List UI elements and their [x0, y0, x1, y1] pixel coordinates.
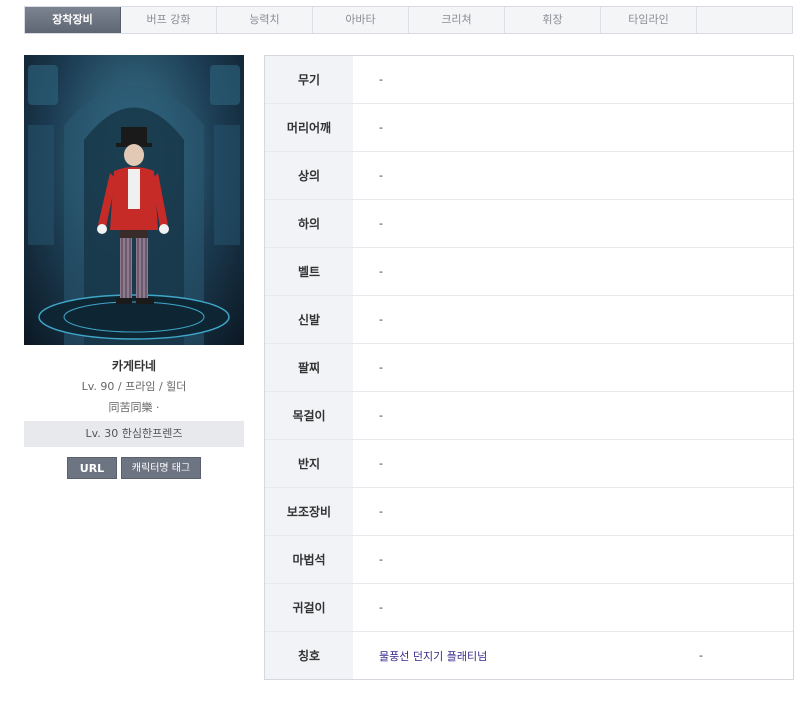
slot-label: 하의	[265, 200, 353, 247]
slot-value: -	[379, 601, 383, 614]
slot-label: 팔찌	[265, 344, 353, 391]
equipment-row: 하의 -	[265, 200, 793, 248]
equipment-row: 머리어깨 -	[265, 104, 793, 152]
slot-value: -	[379, 313, 383, 326]
slot-label: 무기	[265, 56, 353, 103]
character-portrait	[24, 55, 244, 345]
tab-creature[interactable]: 크리쳐	[409, 7, 505, 33]
tab-equipment[interactable]: 장착장비	[25, 7, 121, 33]
tab-avatar[interactable]: 아바타	[313, 7, 409, 33]
equipment-row: 무기 -	[265, 56, 793, 104]
equipment-row: 목걸이 -	[265, 392, 793, 440]
slot-label: 반지	[265, 440, 353, 487]
slot-label: 목걸이	[265, 392, 353, 439]
slot-value: -	[379, 265, 383, 278]
slot-label: 상의	[265, 152, 353, 199]
equipment-row: 신발 -	[265, 296, 793, 344]
slot-value: -	[379, 553, 383, 566]
equipment-row: 팔찌 -	[265, 344, 793, 392]
slot-value: -	[379, 457, 383, 470]
character-info: Lv. 90 / 프라임 / 힐더	[81, 380, 187, 393]
equipment-row: 마법석 -	[265, 536, 793, 584]
guild-name[interactable]: 同苦同樂 ·	[24, 399, 244, 415]
slot-value: -	[379, 505, 383, 518]
equipment-row: 상의 -	[265, 152, 793, 200]
slot-label: 귀걸이	[265, 584, 353, 631]
slot-label: 머리어깨	[265, 104, 353, 151]
equipment-row: 귀걸이 -	[265, 584, 793, 632]
title-extra-value: -	[699, 649, 703, 662]
tab-emblem[interactable]: 휘장	[505, 7, 601, 33]
slot-label: 벨트	[265, 248, 353, 295]
slot-label: 신발	[265, 296, 353, 343]
tab-timeline[interactable]: 타임라인	[601, 7, 697, 33]
slot-label: 보조장비	[265, 488, 353, 535]
tab-bar: 장착장비 버프 강화 능력치 아바타 크리쳐 휘장 타임라인	[24, 6, 793, 34]
slot-value: -	[379, 73, 383, 86]
equipment-table: 무기 - 머리어깨 - 상의 - 하의 - 벨트 - 신발 - 팔찌 - 목걸이…	[264, 55, 794, 680]
slot-value: -	[379, 121, 383, 134]
adventure-group: Lv. 30 한심한프렌즈	[24, 421, 244, 447]
slot-label: 칭호	[265, 632, 353, 679]
slot-label: 마법석	[265, 536, 353, 583]
tab-buff[interactable]: 버프 강화	[121, 7, 217, 33]
slot-value: -	[379, 361, 383, 374]
tab-stats[interactable]: 능력치	[217, 7, 313, 33]
character-illustration	[28, 65, 240, 345]
equipment-row: 보조장비 -	[265, 488, 793, 536]
slot-value: -	[379, 409, 383, 422]
title-value: 물풍선 던지기 플래티넘 -	[353, 632, 793, 679]
equipment-row: 반지 -	[265, 440, 793, 488]
title-name-link[interactable]: 물풍선 던지기 플래티넘	[379, 648, 487, 664]
character-tag-button[interactable]: 캐릭터명 태그	[121, 457, 201, 479]
slot-value: -	[379, 217, 383, 230]
equipment-row: 벨트 -	[265, 248, 793, 296]
character-name: 카게타네	[111, 359, 157, 373]
equipment-row-title: 칭호 물풍선 던지기 플래티넘 -	[265, 632, 793, 679]
slot-value: -	[379, 169, 383, 182]
url-button[interactable]: URL	[67, 457, 117, 479]
